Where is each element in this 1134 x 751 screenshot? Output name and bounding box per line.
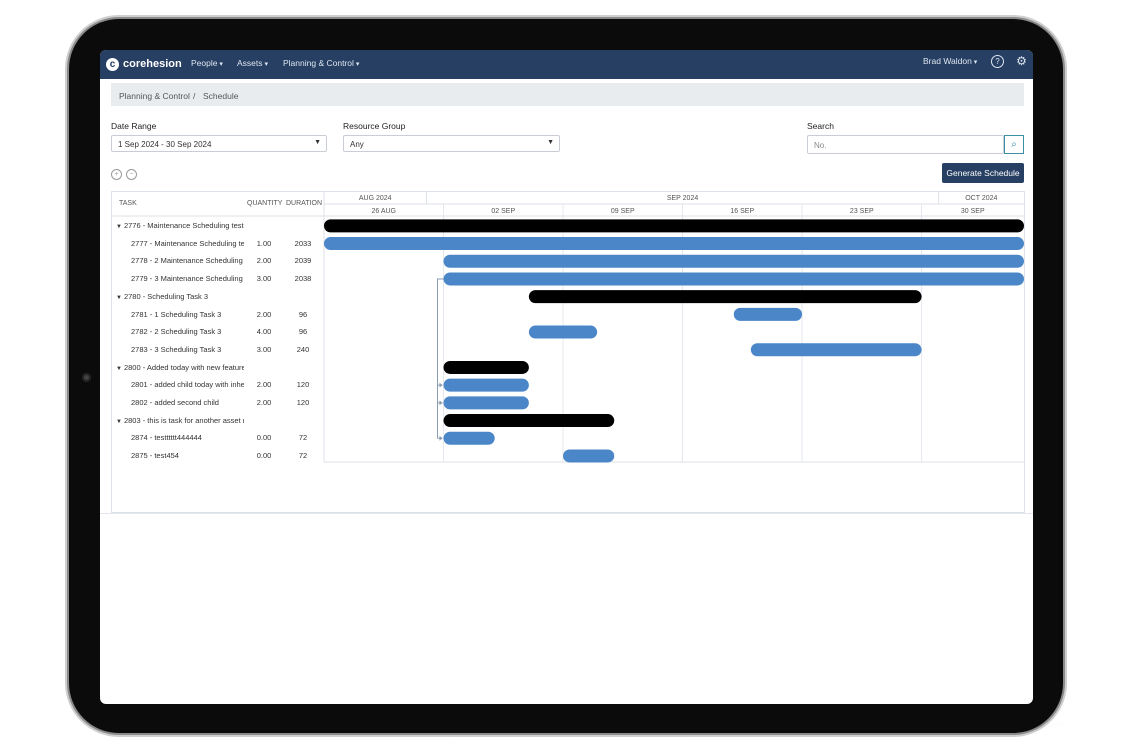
zoom-out-icon[interactable]: − bbox=[126, 169, 137, 180]
task-label: 2801 - added child today with inheri bbox=[131, 380, 244, 390]
camera-icon bbox=[82, 373, 91, 382]
task-quantity: 1.00 bbox=[256, 238, 272, 248]
resource-group-label: Resource Group bbox=[343, 121, 406, 131]
task-quantity: 0.00 bbox=[256, 451, 272, 461]
chevron-down-icon: ▼ bbox=[547, 139, 554, 146]
task-label: 2800 - Added today with new features bbox=[123, 362, 244, 372]
column-header-duration[interactable]: DURATION bbox=[286, 200, 322, 207]
task-label: 2874 - testttttt444444 bbox=[131, 433, 202, 443]
zoom-in-icon[interactable]: + bbox=[111, 169, 122, 180]
brand-name: corehesion bbox=[123, 58, 182, 70]
collapse-caret-icon[interactable]: ▼ bbox=[116, 224, 122, 230]
task-quantity: 4.00 bbox=[256, 327, 272, 337]
search-input[interactable]: No. bbox=[807, 135, 1004, 154]
task-quantity: 3.00 bbox=[256, 344, 272, 354]
brand-mark-icon: c bbox=[106, 57, 119, 71]
task-label: 2777 - Maintenance Scheduling tes bbox=[131, 238, 244, 248]
settings-gear-icon[interactable]: ⚙ bbox=[1016, 54, 1027, 68]
task-duration: 2039 bbox=[294, 256, 312, 266]
search-button[interactable]: ⌕ bbox=[1004, 135, 1024, 154]
task-label: 2875 - test454 bbox=[131, 451, 179, 461]
nav-planning-control[interactable]: Planning & Control bbox=[283, 58, 359, 68]
task-label: 2780 - Scheduling Task 3 bbox=[123, 291, 209, 301]
task-quantity: 0.00 bbox=[256, 433, 272, 443]
resource-group-select[interactable]: Any ▼ bbox=[343, 135, 560, 152]
user-menu[interactable]: Brad Waldon bbox=[923, 56, 977, 66]
date-range-label: Date Range bbox=[111, 121, 157, 131]
task-row[interactable]: 2779 - 3 Maintenance Scheduling te bbox=[131, 274, 244, 283]
search-label: Search bbox=[807, 121, 834, 131]
task-label: 2802 - added second child bbox=[131, 398, 219, 407]
gantt-panel bbox=[111, 191, 1025, 513]
task-row[interactable]: 2778 - 2 Maintenance Scheduling te bbox=[131, 256, 244, 265]
task-duration: 240 bbox=[296, 344, 310, 354]
task-row[interactable]: 2802 - added second child bbox=[131, 398, 244, 407]
task-group-row[interactable]: ▼ 2776 - Maintenance Scheduling test t bbox=[116, 221, 244, 230]
task-group-row[interactable]: ▼ 2780 - Scheduling Task 3 bbox=[116, 292, 244, 301]
generate-schedule-button[interactable]: Generate Schedule bbox=[942, 163, 1024, 183]
task-row[interactable]: 2782 - 2 Scheduling Task 3 bbox=[131, 327, 244, 336]
task-duration: 2038 bbox=[294, 274, 312, 284]
task-quantity: 2.00 bbox=[256, 256, 272, 266]
collapse-caret-icon[interactable]: ▼ bbox=[116, 295, 122, 301]
task-duration: 120 bbox=[296, 380, 310, 390]
brand-logo[interactable]: c corehesion bbox=[106, 56, 182, 72]
task-label: 2803 - this is task for another asset re bbox=[123, 415, 244, 425]
breadcrumb: Planning & Control / Schedule bbox=[111, 83, 1024, 106]
nav-assets[interactable]: Assets bbox=[237, 58, 268, 68]
task-duration: 72 bbox=[298, 451, 308, 461]
task-group-row[interactable]: ▼ 2800 - Added today with new features bbox=[116, 363, 244, 372]
task-label: 2779 - 3 Maintenance Scheduling te bbox=[131, 274, 244, 284]
help-icon[interactable]: ? bbox=[991, 55, 1004, 68]
task-duration: 96 bbox=[298, 327, 308, 337]
task-duration: 2033 bbox=[294, 238, 312, 248]
search-placeholder: No. bbox=[814, 141, 827, 150]
task-label: 2778 - 2 Maintenance Scheduling te bbox=[131, 256, 244, 266]
task-row[interactable]: 2781 - 1 Scheduling Task 3 bbox=[131, 310, 244, 319]
page-divider bbox=[100, 513, 1033, 514]
task-label: 2776 - Maintenance Scheduling test t bbox=[123, 221, 244, 230]
breadcrumb-schedule: Schedule bbox=[203, 91, 239, 101]
chevron-down-icon: ▼ bbox=[314, 139, 321, 146]
task-label: 2782 - 2 Scheduling Task 3 bbox=[131, 327, 222, 337]
column-header-quantity[interactable]: QUANTITY bbox=[247, 200, 282, 207]
task-duration: 72 bbox=[298, 433, 308, 443]
resource-group-value: Any bbox=[350, 140, 364, 149]
nav-people[interactable]: People bbox=[191, 58, 223, 68]
task-quantity: 2.00 bbox=[256, 309, 272, 319]
task-row[interactable]: 2801 - added child today with inheri bbox=[131, 380, 244, 389]
task-quantity: 2.00 bbox=[256, 398, 272, 407]
task-row[interactable]: 2783 - 3 Scheduling Task 3 bbox=[131, 345, 244, 354]
breadcrumb-separator: / bbox=[193, 91, 196, 101]
date-range-value: 1 Sep 2024 - 30 Sep 2024 bbox=[118, 140, 212, 149]
column-header-task[interactable]: TASK bbox=[119, 200, 137, 207]
task-label: 2783 - 3 Scheduling Task 3 bbox=[131, 344, 222, 354]
task-duration: 120 bbox=[296, 398, 310, 407]
breadcrumb-planning-control[interactable]: Planning & Control bbox=[119, 91, 190, 101]
collapse-caret-icon[interactable]: ▼ bbox=[116, 419, 122, 425]
task-group-row[interactable]: ▼ 2803 - this is task for another asset r… bbox=[116, 416, 244, 425]
task-label: 2781 - 1 Scheduling Task 3 bbox=[131, 309, 222, 319]
top-navbar: c corehesion People Assets Planning & Co… bbox=[100, 50, 1033, 79]
task-row[interactable]: 2777 - Maintenance Scheduling tes bbox=[131, 239, 244, 248]
collapse-caret-icon[interactable]: ▼ bbox=[116, 366, 122, 372]
task-row[interactable]: 2874 - testttttt444444 bbox=[131, 433, 244, 442]
task-duration: 96 bbox=[298, 309, 308, 319]
app-screen: c corehesion People Assets Planning & Co… bbox=[100, 50, 1033, 704]
task-quantity: 2.00 bbox=[256, 380, 272, 390]
task-quantity: 3.00 bbox=[256, 274, 272, 284]
task-row[interactable]: 2875 - test454 bbox=[131, 451, 244, 460]
date-range-select[interactable]: 1 Sep 2024 - 30 Sep 2024 ▼ bbox=[111, 135, 327, 152]
